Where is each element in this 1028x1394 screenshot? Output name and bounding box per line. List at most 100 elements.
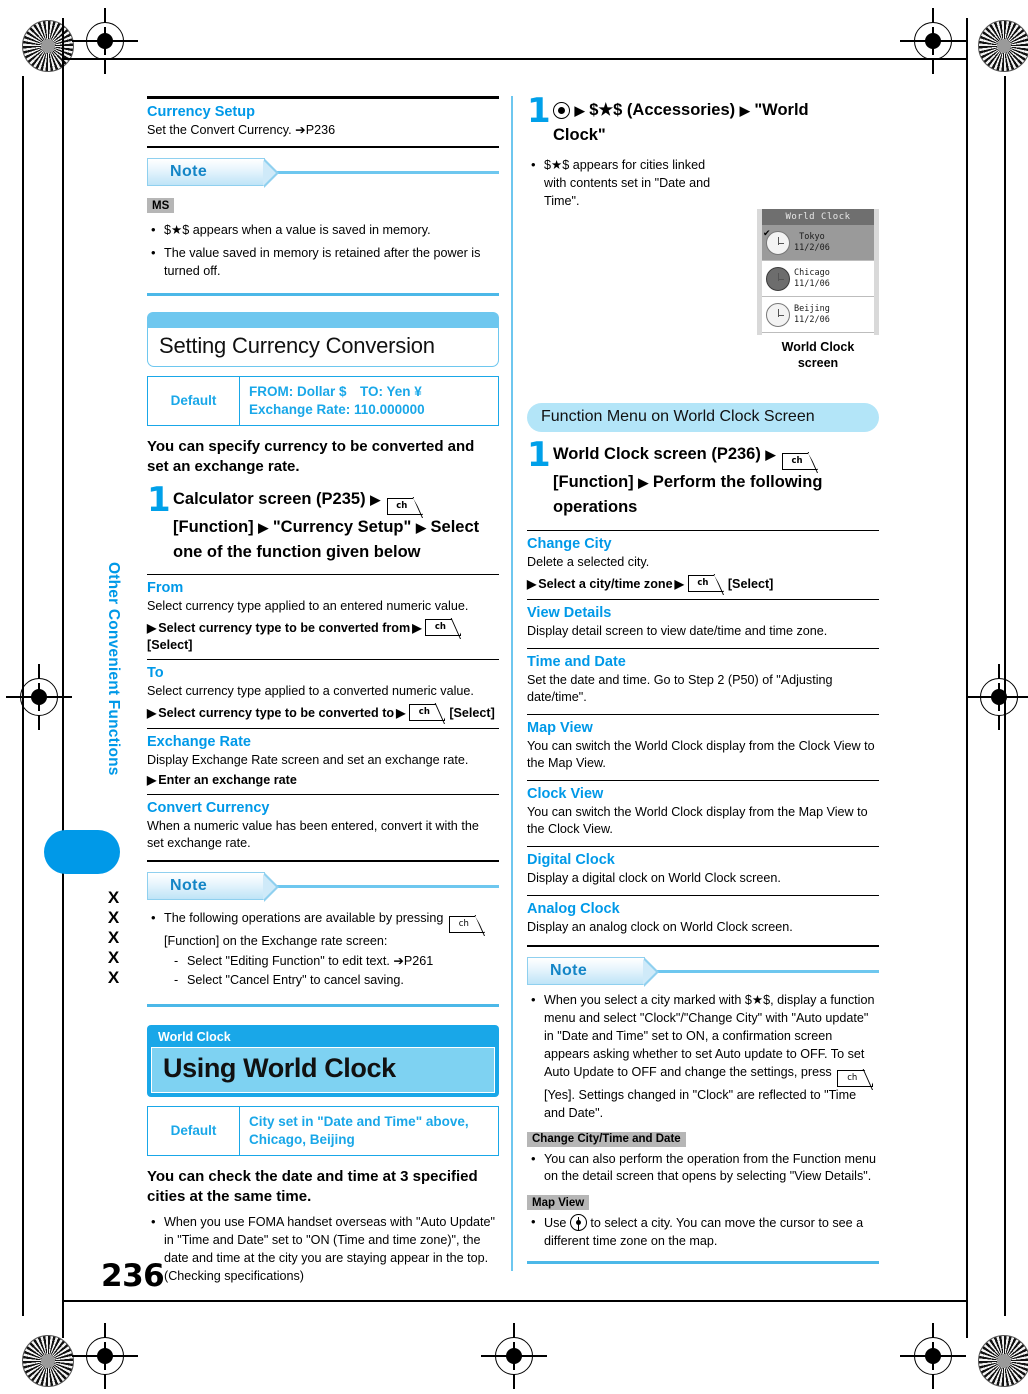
note-banner-1: Note	[147, 157, 499, 188]
step-1-bullets: $★$ appears for cities linked with conte…	[527, 156, 727, 211]
default-value-line-2: Exchange Rate: 110.000000	[249, 401, 425, 417]
function-title-change-city: Change City	[527, 536, 612, 553]
rule-above-from	[147, 574, 499, 576]
function-desc-change-city: Delete a selected city.	[527, 555, 650, 570]
default-value-line-1: City set in "Date and Time" above,	[249, 1113, 469, 1129]
crop-line-left	[62, 18, 64, 1338]
note-2-sublist: Select "Editing Function" to edit text. …	[172, 953, 499, 990]
list-item: When you use FOMA handset overseas with …	[147, 1213, 499, 1286]
registration-mark-top-right	[900, 8, 966, 74]
registration-mark-mid-right	[966, 664, 1028, 730]
rule-above-map-view	[527, 714, 879, 716]
section-header-title: Setting Currency Conversion	[147, 327, 499, 367]
crop-line-right	[966, 18, 968, 1338]
rule-above-clock-view	[527, 780, 879, 782]
note-2-text-a: The following operations are available b…	[164, 911, 444, 926]
city-name: Chicago	[794, 268, 830, 279]
step-function-menu: 1 World Clock screen (P236) ▶ ch [Functi…	[527, 438, 879, 520]
rule-above-analog-clock	[527, 895, 879, 897]
function-desc-clock-view: You can switch the World Clock display f…	[527, 805, 868, 837]
rule-below-currency-setup	[147, 146, 499, 148]
default-label: Default	[148, 376, 240, 426]
step-text-b: [Function]	[173, 517, 254, 536]
rule-above-view-details	[527, 599, 879, 601]
arrow-icon: ▶	[415, 519, 426, 535]
function-key-icon: ch	[409, 703, 446, 722]
function-key-icon: ch	[448, 915, 486, 934]
manual-page: Other Convenient Functions XXXXX 236 Cur…	[0, 0, 1028, 1394]
function-key-icon: ch	[425, 618, 462, 637]
arrow-icon: ▶	[370, 491, 381, 507]
section-header-title: Using World Clock	[151, 1046, 495, 1093]
section-header-bar	[147, 311, 499, 328]
function-title-from: From	[147, 580, 184, 597]
default-table-currency: Default FROM: Dollar $ TO: Yen ¥ Exchang…	[147, 375, 499, 427]
arrow-icon: ▶	[258, 519, 269, 535]
step-number: 1	[527, 91, 551, 131]
function-key-icon: ch	[386, 497, 424, 515]
right-column: 1 ▶ $★$ (Accessories) ▶ "World Clock" $★…	[527, 91, 879, 1265]
function-title-view-details: View Details	[527, 605, 612, 622]
clock-icon	[766, 230, 790, 255]
note-label-right: Note	[527, 956, 659, 987]
note-text-a-tail: [Yes]. Settings changed in "Clock" are r…	[544, 1087, 857, 1120]
function-desc-exchange-rate: Display Exchange Rate screen and set an …	[147, 753, 469, 768]
rule-above-digital-clock	[527, 846, 879, 848]
screenshot-caption: World Clock screen	[757, 340, 879, 371]
function-key-icon: ch	[687, 574, 725, 593]
default-value: City set in "Date and Time" above, Chica…	[240, 1107, 478, 1155]
currency-lead-text: You can specify currency to be converted…	[147, 438, 475, 475]
step-open-world-clock: 1 ▶ $★$ (Accessories) ▶ "World Clock"	[527, 91, 879, 148]
chapter-thumb-tab	[44, 830, 120, 874]
registration-mark-bottom-left	[72, 1323, 138, 1389]
currency-setup-desc: Set the Convert Currency. ➔P236	[147, 123, 336, 137]
arrow-icon: ▶	[739, 103, 750, 118]
function-title-to: To	[147, 665, 164, 682]
list-item: $★$ appears for cities linked with conte…	[527, 156, 727, 211]
function-desc-analog-clock: Display an analog clock on World Clock s…	[527, 920, 793, 935]
list-item: $★$ appears when a value is saved in mem…	[147, 221, 499, 240]
step-number: 1	[147, 479, 171, 520]
arrow-icon: ▶	[638, 475, 649, 491]
world-clock-screenshot-figure: World Clock ✔ Tokyo 11/2/06 Chicago 11/1…	[757, 209, 879, 371]
step-text-c: "Currency Setup"	[272, 517, 412, 536]
function-title-clock-view: Clock View	[527, 786, 604, 803]
function-menu-pill: Function Menu on World Clock Screen	[527, 403, 879, 433]
step-text-a: Calculator screen (P235)	[173, 489, 366, 508]
arrow-icon: ▶	[527, 576, 537, 591]
arrow-icon: ▶	[674, 576, 684, 591]
memory-save-tag: MS	[147, 198, 175, 213]
op-text-tail: [Select]	[449, 705, 495, 720]
city-name: Beijing	[794, 304, 830, 315]
arrow-icon: ▶	[574, 103, 585, 118]
tag-map-view: Map View	[527, 1195, 590, 1211]
step-body: Calculator screen (P235) ▶ ch [Function]…	[173, 487, 499, 565]
right-note-list-c: Use to select a city. You can move the c…	[527, 1213, 879, 1251]
note-1-end-rule	[147, 292, 499, 296]
function-key-icon: ch	[837, 1069, 874, 1087]
city-date: 11/2/06	[794, 314, 830, 325]
list-item: The following operations are available b…	[147, 909, 499, 990]
right-note-end-rule	[527, 1261, 879, 1265]
rule-above-convert-currency	[147, 794, 499, 796]
print-starburst-bottom-right	[978, 1335, 1028, 1387]
print-starburst-bottom-left	[22, 1335, 74, 1387]
function-desc-view-details: Display detail screen to view date/time …	[527, 624, 828, 639]
list-item: Select "Editing Function" to edit text. …	[172, 953, 499, 971]
column-divider	[511, 96, 513, 1271]
chapter-label: Other Convenient Functions	[105, 562, 122, 776]
world-clock-screenshot: World Clock ✔ Tokyo 11/2/06 Chicago 11/1…	[757, 209, 879, 336]
function-title-time-and-date: Time and Date	[527, 654, 626, 671]
registration-mark-bottom-right	[900, 1323, 966, 1389]
step-text-b: [Function]	[553, 473, 634, 492]
rule-above-exchange-rate	[147, 728, 499, 730]
default-value: FROM: Dollar $ TO: Yen ¥ Exchange Rate: …	[240, 377, 434, 425]
step-currency-setup: 1 Calculator screen (P235) ▶ ch [Functio…	[147, 479, 499, 565]
currency-setup-title: Currency Setup	[147, 104, 255, 120]
op-text-tail: [Select]	[147, 638, 193, 653]
list-item: The value saved in memory is retained af…	[147, 244, 499, 281]
step-text-a: World Clock screen (P236)	[553, 445, 761, 464]
screenshot-title-bar: World Clock	[762, 209, 874, 226]
note-text-c-b: to select a city. You can move the curso…	[544, 1216, 864, 1249]
op-text-tail: [Select]	[727, 576, 774, 591]
